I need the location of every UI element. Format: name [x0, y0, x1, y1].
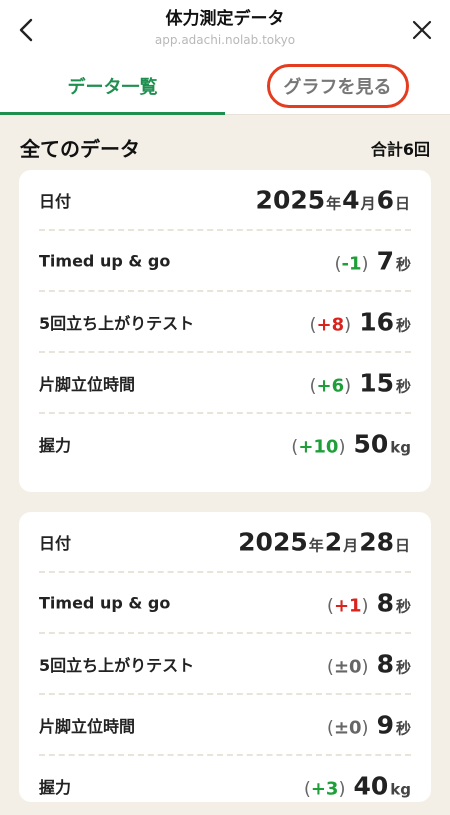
metric-diff: (±0): [326, 717, 369, 738]
date-year: 2025: [238, 527, 308, 556]
metric-unit: 秒: [395, 316, 411, 334]
metric-value-wrap: 7秒: [377, 246, 411, 275]
metric-unit: 秒: [395, 658, 411, 676]
date-label: 日付: [39, 533, 72, 553]
metric-unit: kg: [390, 780, 411, 798]
metric-value-group: (±0) 9秒: [327, 710, 411, 739]
metric-label: 片脚立位時間: [39, 716, 136, 736]
metric-diff-value: ±0: [333, 717, 362, 738]
metric-value-group: (+10) 50 kg: [291, 429, 411, 458]
metric-value: 7: [376, 246, 394, 275]
date-year-suffix: 年: [326, 194, 342, 212]
metric-value-wrap: 40 kg: [353, 771, 411, 800]
metric-row: Timed up & go (-1) 7秒: [39, 231, 411, 292]
metric-diff-value: +8: [316, 314, 345, 335]
date-month-suffix: 月: [360, 194, 376, 212]
date-label: 日付: [39, 191, 72, 211]
metric-value-wrap: 8秒: [377, 649, 411, 678]
date-month: 2: [324, 527, 343, 556]
close-icon: [412, 20, 432, 40]
metric-value-group: (-1) 7秒: [335, 246, 411, 275]
metric-value-wrap: 8秒: [377, 588, 411, 617]
metric-diff: (+8): [309, 314, 352, 335]
metric-diff: (+6): [309, 375, 352, 396]
metric-value-wrap: 9秒: [377, 710, 411, 739]
metric-value-group: (+1) 8秒: [327, 588, 411, 617]
metric-label: 片脚立位時間: [39, 374, 136, 394]
metric-value-group: (+3) 40 kg: [304, 771, 411, 800]
metric-row: 片脚立位時間 (+6) 15 秒: [39, 353, 411, 414]
section-title: 全てのデータ: [20, 137, 140, 161]
metric-value-group: (+6) 15 秒: [310, 368, 411, 397]
metric-diff: (-1): [334, 253, 369, 274]
date-row: 日付 2025 年 2 月 28 日: [39, 512, 411, 573]
metric-row: 握力 (+3) 40 kg: [39, 756, 411, 815]
metric-diff-value: +6: [316, 375, 345, 396]
metric-diff: (+3): [303, 778, 346, 799]
active-tab-indicator: [0, 112, 225, 115]
metric-diff-value: ±0: [333, 656, 362, 677]
date-day: 28: [359, 527, 394, 556]
metric-unit: 秒: [395, 377, 411, 395]
metric-label: Timed up & go: [39, 593, 171, 612]
tab-bar: データ一覧 グラフを見る: [0, 58, 450, 115]
tab-data-list[interactable]: データ一覧: [0, 58, 225, 115]
metric-value: 16: [359, 307, 394, 336]
metric-diff: (±0): [326, 656, 369, 677]
metric-unit: 秒: [395, 597, 411, 615]
date-year-suffix: 年: [308, 536, 324, 554]
tab-graph[interactable]: グラフを見る: [225, 58, 450, 114]
metric-row: 5回立ち上がりテスト (±0) 8秒: [39, 634, 411, 695]
metric-diff-value: -1: [341, 253, 362, 274]
date-day-suffix: 日: [394, 536, 410, 554]
metric-value-group: (±0) 8秒: [327, 649, 411, 678]
metric-label: 握力: [39, 435, 72, 455]
page-title: 体力測定データ: [165, 9, 285, 29]
metric-value-wrap: 50 kg: [353, 429, 411, 458]
metric-unit: 秒: [395, 255, 411, 273]
metric-label: 5回立ち上がりテスト: [39, 313, 195, 333]
metric-value: 9: [376, 710, 394, 739]
metric-diff-value: +1: [333, 595, 362, 616]
record-count: 合計6回: [370, 140, 430, 159]
metric-row: 握力 (+10) 50 kg: [39, 414, 411, 473]
metric-label: 5回立ち上がりテスト: [39, 655, 195, 675]
top-bar: 体力測定データ app.adachi.nolab.tokyo: [0, 0, 450, 58]
date-row: 日付 2025 年 4 月 6 日: [39, 170, 411, 231]
record-card: 日付 2025 年 4 月 6 日 Timed up & go (-1) 7秒 …: [19, 170, 431, 492]
metric-value: 8: [376, 649, 394, 678]
date-day: 6: [376, 185, 394, 214]
metric-row: 片脚立位時間 (±0) 9秒: [39, 695, 411, 756]
metric-value-group: (+8) 16 秒: [310, 307, 411, 336]
metric-label: 握力: [39, 777, 72, 797]
metric-unit: kg: [390, 438, 411, 456]
metric-diff-value: +3: [310, 778, 339, 799]
metric-value: 40: [353, 771, 389, 800]
title-block: 体力測定データ app.adachi.nolab.tokyo: [0, 8, 450, 49]
metric-row: Timed up & go (+1) 8秒: [39, 573, 411, 634]
date-month: 4: [342, 185, 360, 214]
metric-value-wrap: 16 秒: [359, 307, 411, 336]
date-value: 2025 年 2 月 28 日: [238, 527, 411, 556]
metric-value: 15: [359, 368, 394, 397]
metric-unit: 秒: [395, 719, 411, 737]
metric-diff-value: +10: [298, 436, 339, 457]
metric-value-wrap: 15 秒: [359, 368, 411, 397]
metric-value: 8: [376, 588, 394, 617]
date-month-suffix: 月: [343, 536, 359, 554]
metric-label: Timed up & go: [39, 251, 171, 270]
tab-data-list-label: データ一覧: [67, 77, 158, 98]
date-value: 2025 年 4 月 6 日: [256, 185, 411, 214]
date-year: 2025: [255, 185, 326, 214]
close-button[interactable]: [408, 16, 436, 44]
metric-value: 50: [353, 429, 389, 458]
page-url: app.adachi.nolab.tokyo: [154, 33, 296, 47]
tab-graph-label[interactable]: グラフを見る: [266, 64, 409, 108]
record-card: 日付 2025 年 2 月 28 日 Timed up & go (+1) 8秒…: [19, 512, 431, 802]
date-day-suffix: 日: [394, 194, 410, 212]
metric-diff: (+1): [326, 595, 369, 616]
metric-diff: (+10): [291, 436, 346, 457]
metric-row: 5回立ち上がりテスト (+8) 16 秒: [39, 292, 411, 353]
